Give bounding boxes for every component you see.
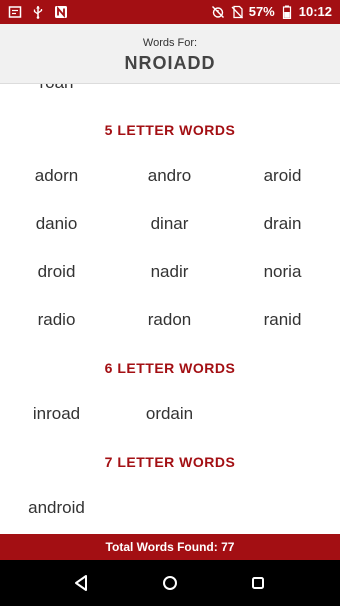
total-words-bar: Total Words Found: 77	[0, 534, 340, 560]
word-item: dinar	[150, 214, 189, 233]
recents-icon[interactable]	[246, 571, 270, 595]
app-header: Words For: NROIADD	[0, 24, 340, 84]
clock: 10:12	[298, 4, 332, 19]
word-item: droid	[37, 262, 76, 281]
word-item: andro	[147, 166, 192, 185]
word-list[interactable]: roan 5 LETTER WORDS adorn andro aroid danio d…	[0, 84, 340, 534]
word-item: ranid	[263, 310, 302, 329]
section-title: 7 LETTER WORDS	[104, 454, 236, 470]
no-sim-icon	[231, 5, 243, 19]
n-icon	[55, 6, 67, 18]
navigation-bar	[0, 560, 340, 606]
word-item: danio	[35, 214, 78, 233]
home-icon[interactable]	[158, 571, 182, 595]
app-icon	[8, 6, 22, 18]
word-item: drain	[263, 214, 302, 233]
word-item: android	[28, 498, 85, 517]
word-item: inroad	[32, 404, 81, 423]
section-title: 5 LETTER WORDS	[104, 122, 236, 138]
section-title: 6 LETTER WORDS	[104, 360, 236, 376]
header-title: NROIADD	[124, 53, 216, 73]
word-item: radon	[147, 310, 192, 329]
alarm-off-icon	[211, 6, 224, 18]
word-item: radio	[37, 310, 76, 329]
word-item: nadir	[150, 262, 189, 281]
word-item: noria	[263, 262, 302, 281]
header-subtitle: Words For:	[142, 37, 198, 49]
word-item: aroid	[263, 166, 302, 185]
word-item: roan	[0, 84, 113, 94]
battery-percent: 57%	[248, 4, 275, 19]
word-item: ordain	[145, 404, 194, 423]
word-item: adorn	[34, 166, 79, 185]
status-bar: 57% 10:12	[0, 0, 340, 24]
total-words-label: Total Words Found: 77	[105, 540, 235, 554]
back-icon[interactable]	[70, 571, 94, 595]
battery-icon	[282, 5, 291, 19]
usb-icon	[33, 6, 43, 19]
